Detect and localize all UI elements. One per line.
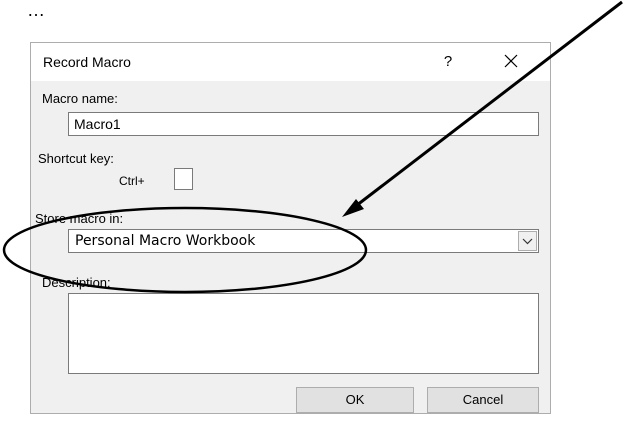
- description-textarea[interactable]: [68, 293, 539, 374]
- leading-text: …: [27, 0, 47, 20]
- dialog-titlebar: Record Macro ?: [31, 43, 550, 81]
- close-icon: [504, 54, 518, 68]
- ok-button[interactable]: OK: [296, 387, 414, 413]
- ctrl-label: Ctrl+: [119, 174, 145, 188]
- store-macro-select[interactable]: Personal Macro Workbook: [68, 229, 539, 253]
- macro-name-input[interactable]: [68, 112, 539, 136]
- shortcut-key-label: Shortcut key:: [38, 151, 114, 166]
- shortcut-key-input[interactable]: [174, 168, 193, 190]
- macro-name-label: Macro name:: [42, 91, 118, 106]
- help-button[interactable]: ?: [438, 51, 458, 73]
- description-label: Description:: [42, 275, 111, 290]
- close-button[interactable]: [499, 49, 523, 73]
- store-macro-label: Store macro in:: [35, 211, 124, 226]
- store-macro-value: Personal Macro Workbook: [75, 233, 256, 249]
- chevron-down-icon: [522, 238, 533, 245]
- record-macro-dialog: Record Macro ? Macro name: Shortcut key:…: [30, 42, 551, 414]
- dropdown-button[interactable]: [518, 231, 537, 251]
- dialog-title: Record Macro: [43, 54, 131, 70]
- cancel-button[interactable]: Cancel: [427, 387, 539, 413]
